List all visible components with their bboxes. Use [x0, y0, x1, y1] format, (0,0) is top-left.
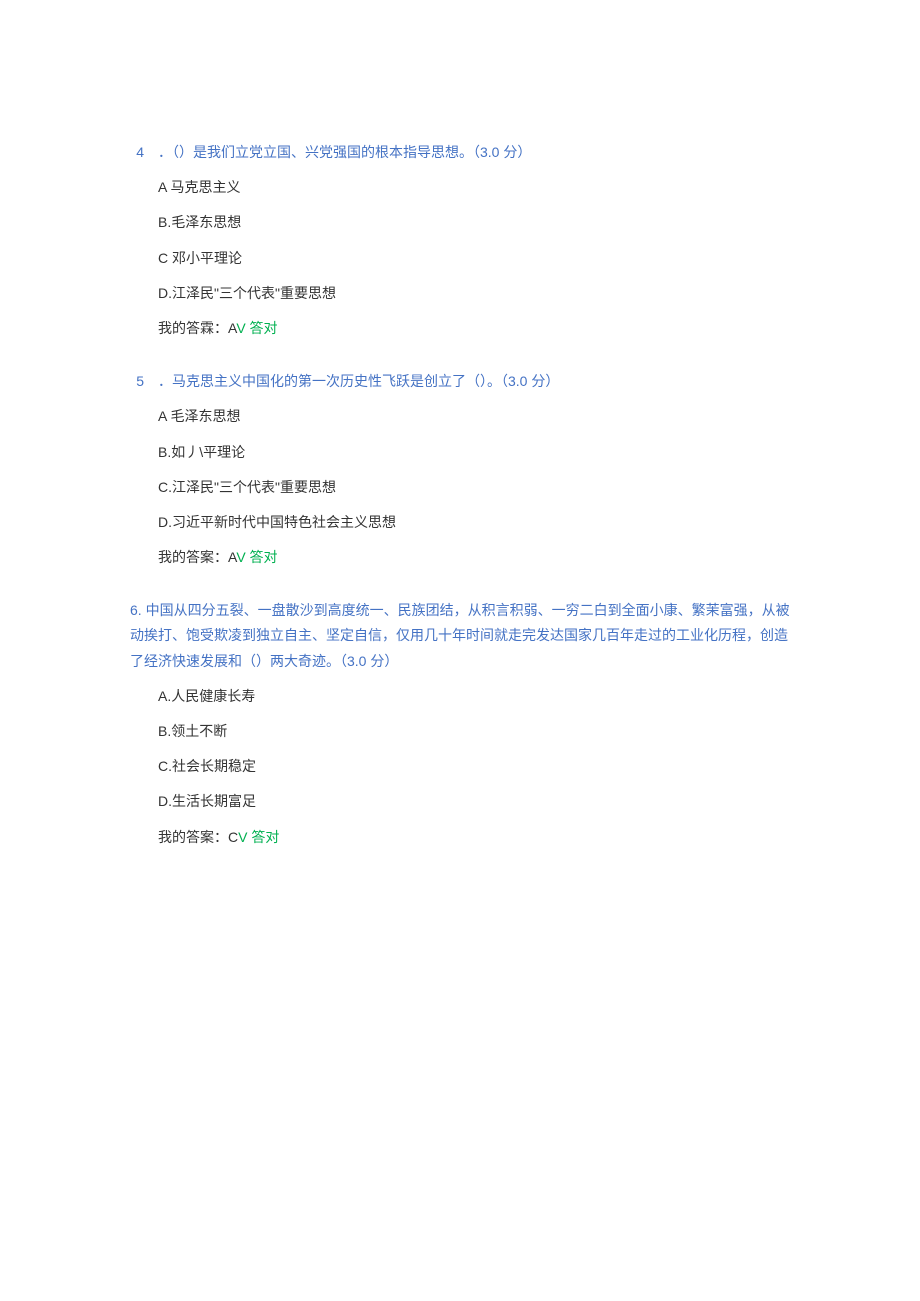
stem-close: ）: [545, 373, 559, 389]
stem-close: ）: [517, 144, 531, 160]
answer-result: V 答对: [236, 320, 277, 336]
answer-label: 我的答案：: [158, 829, 228, 845]
options-list: A 马克思主义 B.毛泽东思想 C 邓小平理论 D.江泽民"三个代表"重要思想: [130, 175, 790, 306]
question-number: 6.: [130, 602, 142, 618]
stem-text: ．马克思主义中国化的第一次历史性飞跃是创立了（）。（: [158, 373, 508, 389]
option-a: A 毛泽东思想: [158, 404, 790, 429]
answer-label: 我的答霖：: [158, 320, 228, 336]
points: 3.0 分: [347, 653, 384, 669]
option-b: B.领土不断: [158, 719, 790, 744]
my-answer: 我的答案：AV 答对: [130, 545, 790, 570]
question-stem: 5 ．马克思主义中国化的第一次历史性飞跃是创立了（）。（3.0 分）: [130, 369, 790, 394]
option-b: B.如丿\平理论: [158, 440, 790, 465]
option-c: C 邓小平理论: [158, 246, 790, 271]
option-d: D.习近平新时代中国特色社会主义思想: [158, 510, 790, 535]
option-c: C.江泽民"三个代表"重要思想: [158, 475, 790, 500]
option-b: B.毛泽东思想: [158, 210, 790, 235]
answer-result: V 答对: [236, 549, 277, 565]
option-a: A.人民健康长寿: [158, 684, 790, 709]
points: 3.0 分: [508, 373, 545, 389]
question-5: 5 ．马克思主义中国化的第一次历史性飞跃是创立了（）。（3.0 分） A 毛泽东思…: [130, 369, 790, 570]
question-4: 4 ．（）是我们立党立国、兴党强国的根本指导思想。（3.0 分） A 马克思主义 …: [130, 140, 790, 341]
my-answer: 我的答案：CV 答对: [130, 825, 790, 850]
stem-close: ）: [384, 653, 398, 669]
question-number: 4: [130, 140, 144, 165]
question-stem: 4 ．（）是我们立党立国、兴党强国的根本指导思想。（3.0 分）: [130, 140, 790, 165]
stem-text: 中国从四分五裂、一盘散沙到高度统一、民族团结，从积言积弱、一穷二白到全面小康、繁…: [130, 602, 790, 668]
options-list: A 毛泽东思想 B.如丿\平理论 C.江泽民"三个代表"重要思想 D.习近平新时…: [130, 404, 790, 535]
question-6: 6. 中国从四分五裂、一盘散沙到高度统一、民族团结，从积言积弱、一穷二白到全面小…: [130, 598, 790, 850]
option-d: D.生活长期富足: [158, 789, 790, 814]
answer-letter: C: [228, 829, 238, 845]
question-number: 5: [130, 369, 144, 394]
answer-label: 我的答案：: [158, 549, 228, 565]
answer-result: V 答对: [238, 829, 279, 845]
option-a: A 马克思主义: [158, 175, 790, 200]
option-c: C.社会长期稳定: [158, 754, 790, 779]
stem-text: ．（）是我们立党立国、兴党强国的根本指导思想。（: [158, 144, 480, 160]
option-d: D.江泽民"三个代表"重要思想: [158, 281, 790, 306]
points: 3.0 分: [480, 144, 517, 160]
question-stem: 6. 中国从四分五裂、一盘散沙到高度统一、民族团结，从积言积弱、一穷二白到全面小…: [130, 598, 790, 674]
options-list: A.人民健康长寿 B.领土不断 C.社会长期稳定 D.生活长期富足: [130, 684, 790, 815]
my-answer: 我的答霖：AV 答对: [130, 316, 790, 341]
